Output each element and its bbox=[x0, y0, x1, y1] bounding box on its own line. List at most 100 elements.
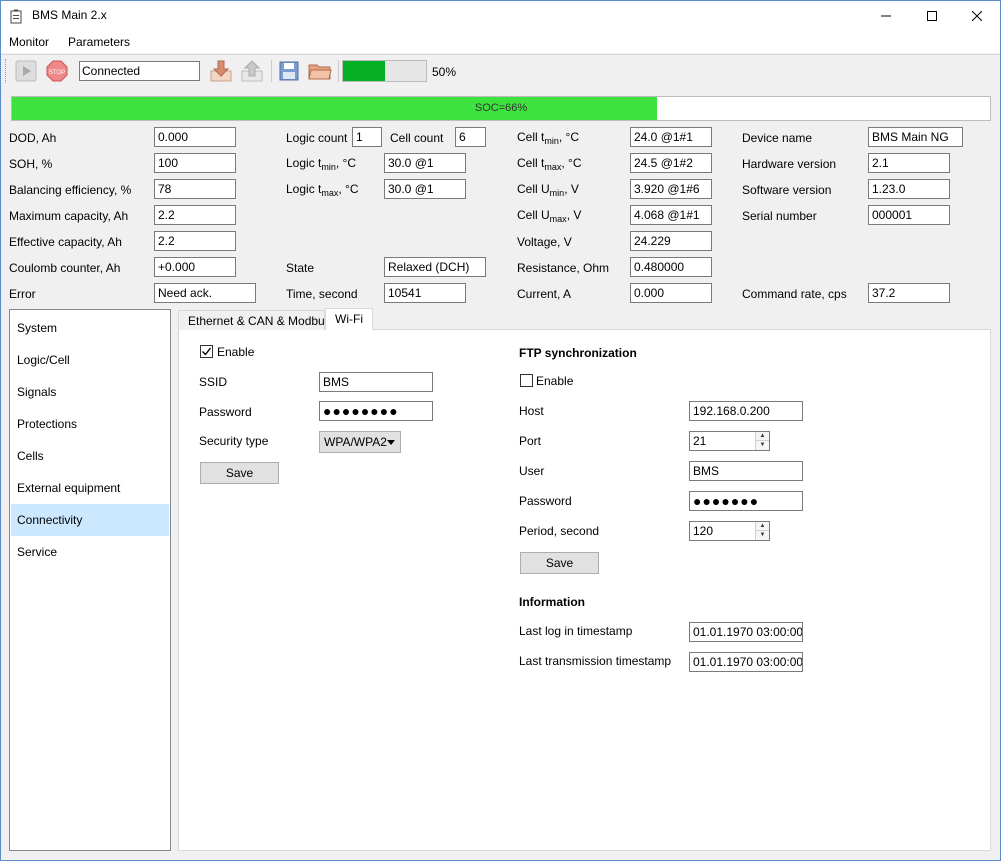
start-button[interactable] bbox=[14, 59, 38, 83]
logic-tmin-label: Logic tmin, °C bbox=[286, 156, 357, 172]
ftp-enable-label: Enable bbox=[536, 374, 574, 388]
sidebar-item-signals[interactable]: Signals bbox=[11, 376, 169, 408]
effective-capacity-label: Effective capacity, Ah bbox=[9, 235, 122, 249]
stop-button[interactable]: STOP bbox=[45, 59, 69, 83]
toolbar-progress-label: 50% bbox=[432, 65, 457, 79]
save-file-button[interactable] bbox=[277, 59, 301, 83]
port-spinbox[interactable]: 21 ▲ ▼ bbox=[689, 431, 770, 451]
cell-umax-field: 4.068 @1#1 bbox=[630, 205, 712, 225]
app-icon bbox=[10, 9, 22, 24]
ftp-save-button[interactable]: Save bbox=[520, 552, 599, 574]
state-field: Relaxed (DCH) bbox=[384, 257, 486, 277]
sidebar-item-connectivity[interactable]: Connectivity bbox=[11, 504, 169, 536]
sidebar-item-service[interactable]: Service bbox=[11, 536, 169, 568]
sidebar-item-external-equipment[interactable]: External equipment bbox=[11, 472, 169, 504]
device-name-field: BMS Main NG bbox=[868, 127, 963, 147]
balancing-efficiency-field: 78 bbox=[154, 179, 236, 199]
host-input[interactable]: 192.168.0.200 bbox=[689, 401, 803, 421]
download-button[interactable] bbox=[209, 59, 233, 83]
title-bar: BMS Main 2.x bbox=[1, 1, 1000, 31]
upload-icon bbox=[241, 60, 263, 82]
toolbar-separator bbox=[271, 60, 272, 82]
tab-panel-wifi: Enable SSID BMS Password ●●●●●●●● Securi… bbox=[178, 329, 991, 851]
soc-progress-bar: SOC=66% bbox=[11, 96, 991, 121]
ftp-password-label: Password bbox=[519, 494, 572, 508]
error-label: Error bbox=[9, 287, 36, 301]
logic-count-label: Logic count bbox=[286, 131, 348, 145]
port-value: 21 bbox=[693, 434, 707, 448]
dod-label: DOD, Ah bbox=[9, 131, 57, 145]
last-transmission-label: Last transmission timestamp bbox=[519, 654, 672, 668]
software-version-field: 1.23.0 bbox=[868, 179, 950, 199]
maximize-button[interactable] bbox=[909, 1, 955, 31]
wifi-save-button[interactable]: Save bbox=[200, 462, 279, 484]
menu-bar: Monitor Parameters bbox=[1, 31, 1000, 53]
cell-count-label: Cell count bbox=[390, 131, 444, 145]
menu-monitor[interactable]: Monitor bbox=[9, 35, 49, 49]
security-type-select[interactable]: WPA/WPA2 bbox=[319, 431, 401, 453]
device-name-label: Device name bbox=[742, 131, 813, 145]
cell-count-field: 6 bbox=[455, 127, 486, 147]
open-file-button[interactable] bbox=[308, 59, 332, 83]
period-value: 120 bbox=[693, 524, 714, 538]
sidebar-item-logic-cell[interactable]: Logic/Cell bbox=[11, 344, 169, 376]
cell-umin-label: Cell Umin, V bbox=[517, 182, 579, 198]
tab-wifi[interactable]: Wi-Fi bbox=[325, 308, 373, 330]
maximum-capacity-field: 2.2 bbox=[154, 205, 236, 225]
cell-tmax-field: 24.5 @1#2 bbox=[630, 153, 712, 173]
hardware-version-field: 2.1 bbox=[868, 153, 950, 173]
toolbar: STOP Connected 50% bbox=[1, 54, 1000, 86]
spin-down-icon[interactable]: ▼ bbox=[756, 441, 769, 450]
sidebar-item-protections[interactable]: Protections bbox=[11, 408, 169, 440]
software-version-label: Software version bbox=[742, 183, 832, 197]
upload-button[interactable] bbox=[240, 59, 264, 83]
dod-field: 0.000 bbox=[154, 127, 236, 147]
minimize-button[interactable] bbox=[863, 1, 909, 31]
error-field: Need ack. bbox=[154, 283, 256, 303]
coulomb-counter-field: +0.000 bbox=[154, 257, 236, 277]
cell-tmin-label: Cell tmin, °C bbox=[517, 130, 579, 146]
toolbar-grip bbox=[5, 59, 8, 83]
ssid-input[interactable]: BMS bbox=[319, 372, 433, 392]
soh-label: SOH, % bbox=[9, 157, 53, 171]
coulomb-counter-label: Coulomb counter, Ah bbox=[9, 261, 121, 275]
last-log-label: Last log in timestamp bbox=[519, 624, 633, 638]
wifi-enable-checkbox[interactable] bbox=[200, 345, 213, 358]
soh-field: 100 bbox=[154, 153, 236, 173]
spin-down-icon[interactable]: ▼ bbox=[756, 531, 769, 540]
wifi-password-input[interactable]: ●●●●●●●● bbox=[319, 401, 433, 421]
sidebar-item-system[interactable]: System bbox=[11, 312, 169, 344]
menu-parameters[interactable]: Parameters bbox=[68, 35, 130, 49]
spin-up-icon[interactable]: ▲ bbox=[756, 522, 769, 531]
close-button[interactable] bbox=[954, 1, 1000, 31]
current-field: 0.000 bbox=[630, 283, 712, 303]
state-label: State bbox=[286, 261, 315, 275]
ssid-label: SSID bbox=[199, 375, 228, 389]
serial-number-field: 000001 bbox=[868, 205, 950, 225]
logic-tmax-label: Logic tmax, °C bbox=[286, 182, 359, 198]
tab-ethernet-can-modbus[interactable]: Ethernet & CAN & Modbus bbox=[178, 310, 331, 330]
period-label: Period, second bbox=[519, 524, 600, 538]
logic-tmax-field: 30.0 @1 bbox=[384, 179, 466, 199]
window-title: BMS Main 2.x bbox=[32, 8, 107, 22]
port-spin-buttons[interactable]: ▲ ▼ bbox=[755, 432, 769, 450]
stop-icon: STOP bbox=[46, 60, 68, 82]
user-input[interactable]: BMS bbox=[689, 461, 803, 481]
ftp-enable-checkbox[interactable] bbox=[520, 374, 533, 387]
ftp-section-title: FTP synchronization bbox=[519, 346, 637, 360]
spin-up-icon[interactable]: ▲ bbox=[756, 432, 769, 441]
serial-number-label: Serial number bbox=[742, 209, 817, 223]
voltage-label: Voltage, V bbox=[517, 235, 572, 249]
ftp-password-input[interactable]: ●●●●●●● bbox=[689, 491, 803, 511]
period-spin-buttons[interactable]: ▲ ▼ bbox=[755, 522, 769, 540]
logic-count-field: 1 bbox=[352, 127, 382, 147]
information-section-title: Information bbox=[519, 595, 585, 609]
toolbar-progress-bar bbox=[342, 60, 427, 82]
time-label: Time, second bbox=[286, 287, 358, 301]
resistance-label: Resistance, Ohm bbox=[517, 261, 610, 275]
minimize-icon bbox=[881, 15, 891, 17]
period-spinbox[interactable]: 120 ▲ ▼ bbox=[689, 521, 770, 541]
toolbar-separator bbox=[338, 60, 339, 82]
command-rate-field: 37.2 bbox=[868, 283, 950, 303]
sidebar-item-cells[interactable]: Cells bbox=[11, 440, 169, 472]
